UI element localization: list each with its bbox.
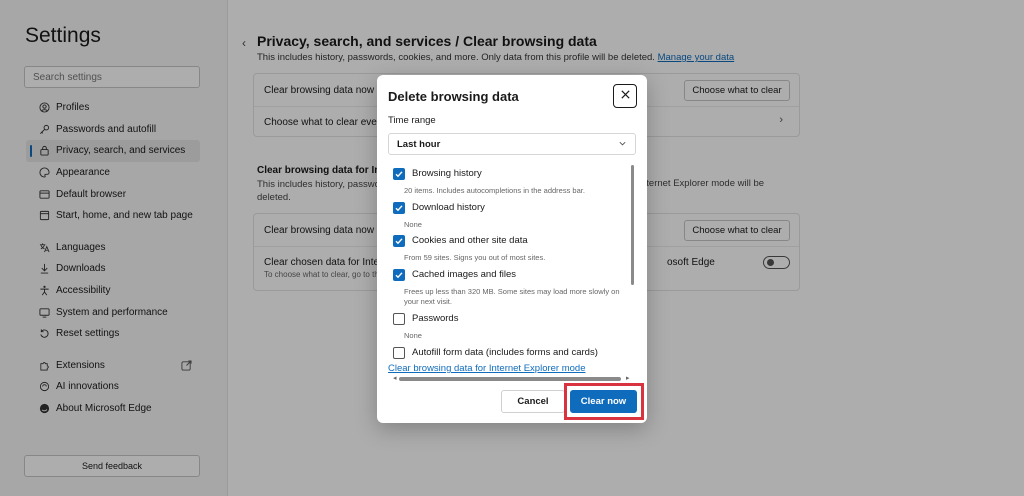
dialog-title: Delete browsing data (388, 89, 519, 104)
option-description: From 59 sites. Signs you out of most sit… (404, 253, 546, 262)
option-label: Cookies and other site data (412, 235, 528, 246)
data-options-list: Browsing history 20 items. Includes auto… (388, 162, 628, 364)
scroll-right-icon[interactable]: ▸ (626, 374, 630, 382)
option-description: 20 items. Includes autocompletions in th… (404, 186, 585, 195)
clear-now-button[interactable]: Clear now (570, 390, 637, 413)
option-label: Cached images and files (412, 269, 517, 280)
option-description: None (404, 331, 422, 340)
option-label: Autofill form data (includes forms and c… (412, 347, 598, 358)
close-icon (620, 89, 631, 103)
vertical-scrollbar[interactable] (631, 165, 634, 285)
option-description: None (404, 220, 422, 229)
close-button[interactable] (613, 84, 637, 108)
option-description: Frees up less than 320 MB. Some sites ma… (404, 287, 620, 306)
option-label: Download history (412, 202, 485, 213)
horizontal-scrollbar[interactable] (399, 377, 621, 381)
cancel-button[interactable]: Cancel (501, 390, 565, 413)
option-label: Browsing history (412, 168, 482, 179)
time-range-value: Last hour (397, 139, 441, 150)
checkbox-checked[interactable] (393, 202, 405, 214)
time-range-label: Time range (388, 115, 436, 126)
time-range-select[interactable]: Last hour (388, 133, 636, 155)
checkbox-checked[interactable] (393, 269, 405, 281)
option-label: Passwords (412, 313, 459, 324)
scroll-left-icon[interactable]: ◂ (393, 374, 397, 382)
checkbox-checked[interactable] (393, 168, 405, 180)
checkbox-checked[interactable] (393, 235, 405, 247)
checkbox-unchecked[interactable] (393, 313, 405, 325)
chevron-down-icon (618, 139, 627, 151)
delete-browsing-data-dialog: Delete browsing data Time range Last hou… (377, 75, 647, 423)
checkbox-unchecked[interactable] (393, 347, 405, 359)
ie-mode-link[interactable]: Clear browsing data for Internet Explore… (388, 363, 586, 374)
